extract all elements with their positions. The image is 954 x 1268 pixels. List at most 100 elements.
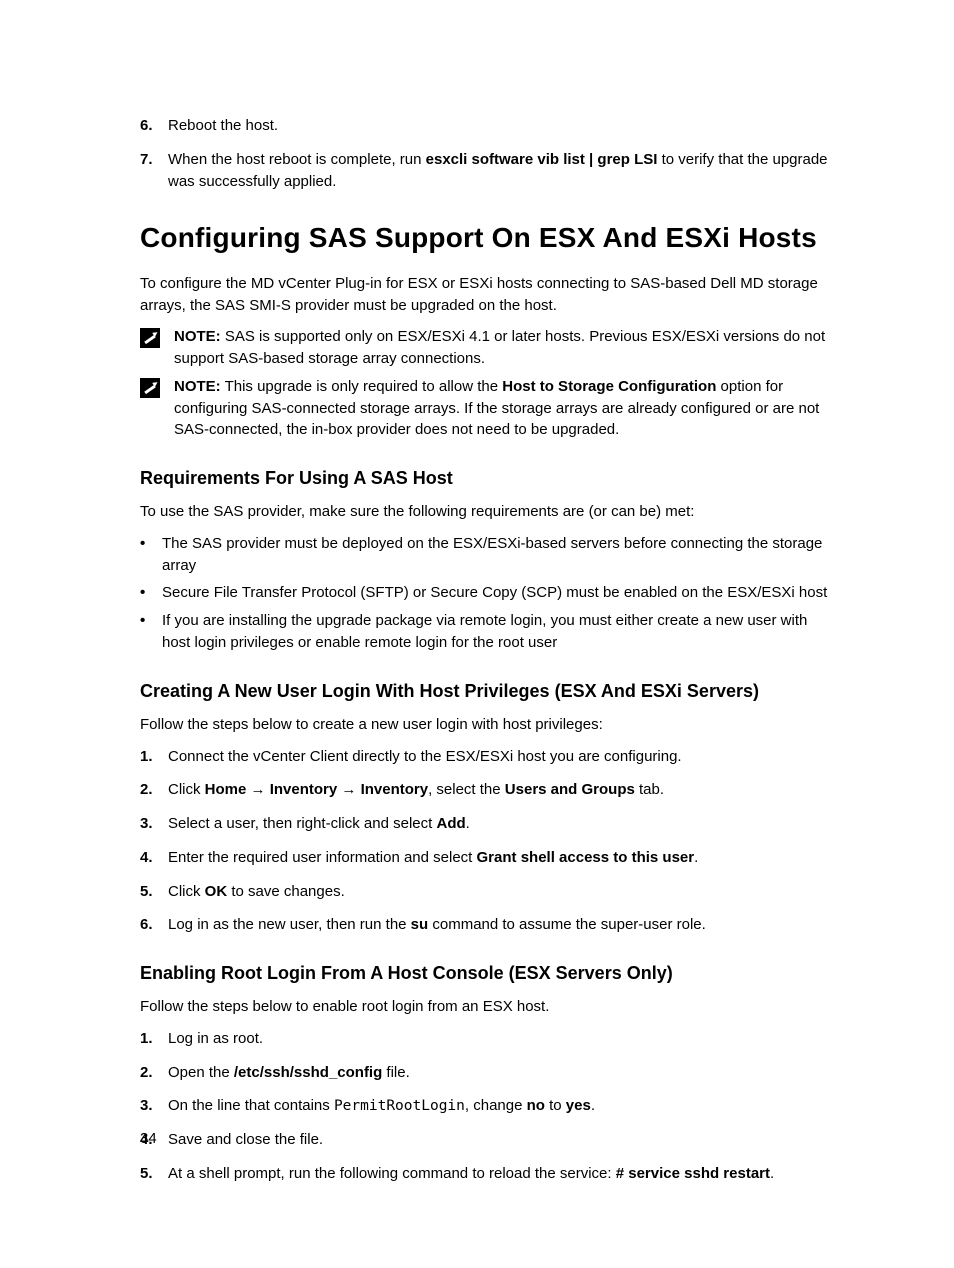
ui-label: Users and Groups [505, 781, 635, 798]
top-continued-steps: 6. Reboot the host. 7. When the host reb… [140, 115, 839, 192]
text-fragment: When the host reboot is complete, run [168, 151, 426, 168]
bullet-icon: • [140, 610, 162, 631]
step-number: 6. [140, 115, 168, 137]
ui-label: Home [205, 781, 247, 798]
text-fragment: This upgrade is only required to allow t… [221, 378, 503, 395]
requirements-intro: To use the SAS provider, make sure the f… [140, 501, 839, 523]
step-text: Click Home → Inventory → Inventory, sele… [168, 779, 839, 801]
list-item: •If you are installing the upgrade packa… [140, 610, 839, 654]
note-icon [140, 378, 160, 398]
step-4: 4. Save and close the file. [140, 1129, 839, 1151]
text-fragment: On the line that contains [168, 1097, 334, 1114]
page-number: 34 [140, 1128, 157, 1150]
step-number: 7. [140, 149, 168, 171]
step-number: 5. [140, 881, 168, 903]
list-item: •Secure File Transfer Protocol (SFTP) or… [140, 582, 839, 604]
step-number: 1. [140, 1028, 168, 1050]
step-5: 5. Click OK to save changes. [140, 881, 839, 903]
text-fragment: , change [465, 1097, 527, 1114]
step-text: Open the /etc/ssh/sshd_config file. [168, 1062, 839, 1084]
item-text: If you are installing the upgrade packag… [162, 610, 839, 654]
step-text: Log in as the new user, then run the su … [168, 914, 839, 936]
step-number: 3. [140, 813, 168, 835]
config-key: PermitRootLogin [334, 1098, 465, 1114]
text-fragment: to save changes. [227, 883, 345, 900]
step-6: 6. Log in as the new user, then run the … [140, 914, 839, 936]
step-text: Connect the vCenter Client directly to t… [168, 746, 839, 768]
ui-label: Add [436, 815, 465, 832]
note-text: NOTE: SAS is supported only on ESX/ESXi … [174, 326, 839, 370]
step-text: Enter the required user information and … [168, 847, 839, 869]
note-body: SAS is supported only on ESX/ESXi 4.1 or… [174, 328, 825, 367]
file-path: /etc/ssh/sshd_config [234, 1064, 382, 1081]
heading-create-user: Creating A New User Login With Host Priv… [140, 678, 839, 704]
list-item: •The SAS provider must be deployed on th… [140, 533, 839, 577]
step-number: 6. [140, 914, 168, 936]
text-fragment: Open the [168, 1064, 234, 1081]
heading-configuring-sas: Configuring SAS Support On ESX And ESXi … [140, 218, 839, 259]
step-3: 3. On the line that contains PermitRootL… [140, 1095, 839, 1117]
note-block-2: NOTE: This upgrade is only required to a… [140, 376, 839, 441]
step-2: 2. Click Home → Inventory → Inventory, s… [140, 779, 839, 801]
note-block-1: NOTE: SAS is supported only on ESX/ESXi … [140, 326, 839, 370]
text-fragment: Log in as the new user, then run the [168, 916, 411, 933]
text-fragment: . [591, 1097, 595, 1114]
step-2: 2. Open the /etc/ssh/sshd_config file. [140, 1062, 839, 1084]
step-3: 3. Select a user, then right-click and s… [140, 813, 839, 835]
step-number: 2. [140, 1062, 168, 1084]
step-1: 1. Connect the vCenter Client directly t… [140, 746, 839, 768]
ui-label: Grant shell access to this user [477, 849, 695, 866]
text-fragment: to [545, 1097, 566, 1114]
arrow: → [246, 781, 269, 798]
command-text: esxcli software vib list | grep LSI [426, 151, 658, 168]
arrow: → [337, 781, 360, 798]
ui-label: Inventory [361, 781, 429, 798]
note-label: NOTE: [174, 328, 221, 345]
item-text: The SAS provider must be deployed on the… [162, 533, 839, 577]
note-icon [140, 328, 160, 348]
text-fragment: At a shell prompt, run the following com… [168, 1165, 616, 1182]
step-number: 2. [140, 779, 168, 801]
step-text: At a shell prompt, run the following com… [168, 1163, 839, 1185]
step-text: When the host reboot is complete, run es… [168, 149, 839, 193]
step-4: 4. Enter the required user information a… [140, 847, 839, 869]
text-fragment: Click [168, 883, 205, 900]
step-text: On the line that contains PermitRootLogi… [168, 1095, 839, 1117]
step-text: Click OK to save changes. [168, 881, 839, 903]
value-yes: yes [566, 1097, 591, 1114]
requirements-list: • The SAS provider must be deployed on th… [140, 533, 839, 654]
note-label: NOTE: [174, 378, 221, 395]
ui-label: OK [205, 883, 228, 900]
text-fragment: , select the [428, 781, 505, 798]
text-fragment: . [770, 1165, 774, 1182]
ui-label: Inventory [270, 781, 338, 798]
step-7: 7. When the host reboot is complete, run… [140, 149, 839, 193]
text-fragment: Enter the required user information and … [168, 849, 477, 866]
step-6: 6. Reboot the host. [140, 115, 839, 137]
text-fragment: tab. [635, 781, 664, 798]
item-text: Secure File Transfer Protocol (SFTP) or … [162, 582, 839, 604]
step-1: 1. Log in as root. [140, 1028, 839, 1050]
bold-term: Host to Storage Configuration [502, 378, 716, 395]
value-no: no [527, 1097, 545, 1114]
command-text: # service sshd restart [616, 1165, 770, 1182]
root-intro: Follow the steps below to enable root lo… [140, 996, 839, 1018]
create-intro: Follow the steps below to create a new u… [140, 714, 839, 736]
note-text: NOTE: This upgrade is only required to a… [174, 376, 839, 441]
step-text: Save and close the file. [168, 1129, 839, 1151]
text-fragment: command to assume the super-user role. [428, 916, 706, 933]
create-user-steps: 1. Connect the vCenter Client directly t… [140, 746, 839, 937]
text-fragment: . [694, 849, 698, 866]
step-number: 5. [140, 1163, 168, 1185]
enable-root-steps: 1. Log in as root. 2. Open the /etc/ssh/… [140, 1028, 839, 1185]
document-page: 6. Reboot the host. 7. When the host reb… [0, 0, 954, 1268]
step-number: 3. [140, 1095, 168, 1117]
step-5: 5. At a shell prompt, run the following … [140, 1163, 839, 1185]
text-fragment: . [466, 815, 470, 832]
heading-enable-root: Enabling Root Login From A Host Console … [140, 960, 839, 986]
command-text: su [411, 916, 429, 933]
heading-requirements: Requirements For Using A SAS Host [140, 465, 839, 491]
step-number: 1. [140, 746, 168, 768]
text-fragment: file. [382, 1064, 410, 1081]
step-text: Select a user, then right-click and sele… [168, 813, 839, 835]
